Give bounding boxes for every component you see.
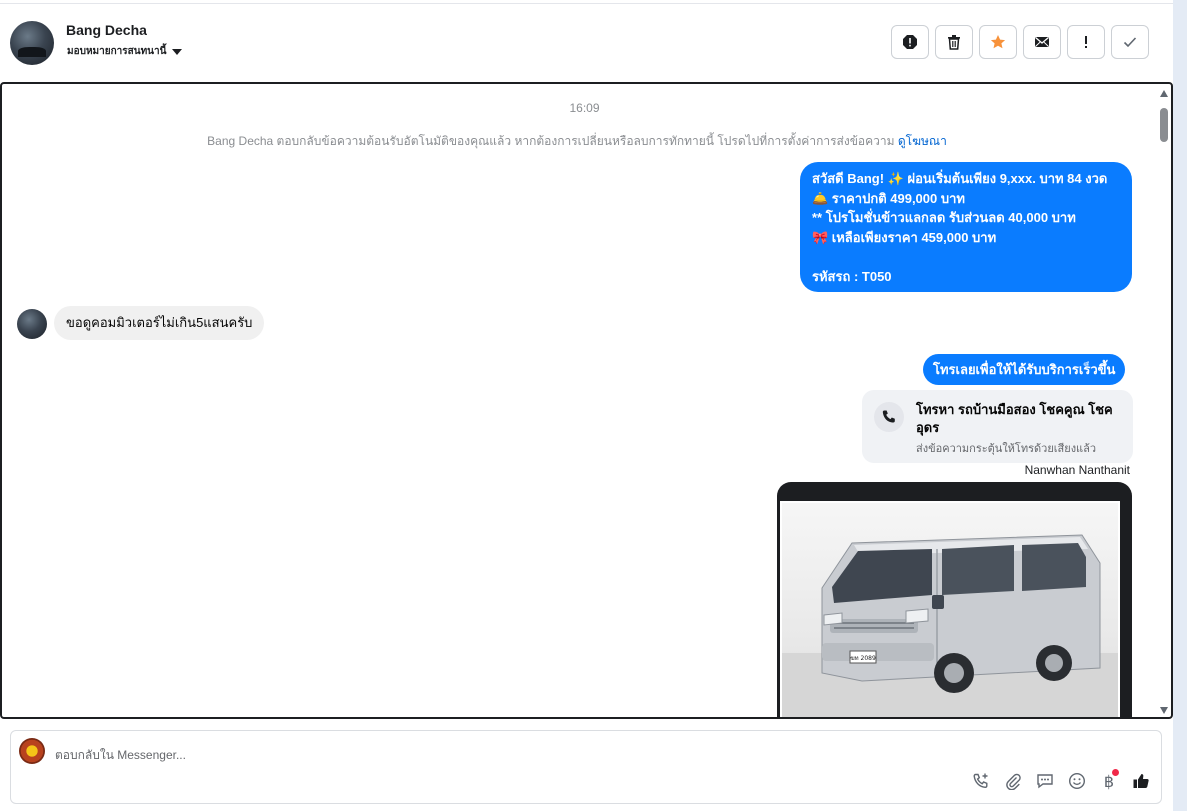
promo-line: ** โปรโมชั่นข้าวแลกลด รับส่วนลด 40,000 บ… [812, 210, 1076, 225]
call-add-icon [973, 773, 988, 789]
promo-line: 🛎️ ราคาปกติ 499,000 บาท [812, 190, 965, 206]
promo-line: สวัสดี Bang! ✨ ผ่อนเริ่มต้นเพียง 9,xxx. … [812, 171, 1108, 186]
check-icon [1123, 37, 1137, 48]
conversation-header: Bang Decha มอบหมายการสนทนานี้ [0, 4, 1173, 82]
system-note: Bang Decha ตอบกลับข้อความต้อนรับอัตโนมัต… [2, 132, 1152, 151]
contact-name[interactable]: Bang Decha [66, 22, 147, 38]
call-add-button[interactable] [971, 771, 991, 791]
attach-button[interactable] [1003, 771, 1023, 791]
call-card-title: โทรหา รถบ้านมือสอง โชคคูณ โชคอุดร [916, 402, 1113, 435]
delete-button[interactable] [935, 25, 973, 59]
like-icon [1133, 774, 1149, 788]
message-timestamp: 16:09 [569, 101, 600, 115]
envelope-icon [1035, 37, 1049, 47]
phone-icon [882, 410, 895, 423]
sender-avatar[interactable] [17, 309, 47, 339]
page-avatar [19, 738, 45, 764]
conversation-toolbar [891, 25, 1149, 59]
voice-call-card[interactable]: โทรหา รถบ้านมือสอง โชคคูณ โชคอุดร ส่งข้อ… [862, 390, 1133, 463]
outgoing-call-cta-message: โทรเลยเพื่อให้ได้รับบริการเร็วขึ้น [923, 354, 1126, 385]
composer-actions: ฿ [971, 769, 1151, 791]
saved-reply-icon [1037, 774, 1053, 789]
view-ad-link[interactable]: ดูโฆษณา [898, 134, 947, 148]
incoming-message: ขอดูคอมมิวเตอร์ไม่เกิน5แสนครับ [54, 306, 265, 340]
paperclip-icon [1006, 773, 1021, 790]
mark-spam-button[interactable] [891, 25, 929, 59]
outgoing-promo-message: สวัสดี Bang! ✨ ผ่อนเริ่มต้นเพียง 9,xxx. … [800, 162, 1132, 292]
van-photo[interactable]: ฆท 2089 [780, 501, 1120, 717]
message-sender-name: Nanwhan Nanthanit [1024, 463, 1130, 477]
image-attachment[interactable]: ฆท 2089 [777, 482, 1132, 717]
promo-line: 🎀 เหลือเพียงราคา 459,000 บาท [812, 229, 997, 245]
trash-icon [948, 35, 960, 50]
reply-composer: ตอบกลับใน Messenger... ฿ [10, 730, 1162, 804]
emoji-button[interactable] [1067, 771, 1087, 791]
plate-text: ฆท 2089 [850, 655, 876, 662]
promo-line: รหัสรถ : T050 [812, 268, 892, 284]
spam-alert-icon [903, 35, 917, 49]
contact-avatar[interactable] [10, 21, 54, 65]
like-button[interactable] [1131, 771, 1151, 791]
saved-reply-button[interactable] [1035, 771, 1055, 791]
thread-scrollbar[interactable] [1159, 88, 1169, 714]
right-edge-strip [1173, 0, 1187, 811]
exclamation-icon [1085, 36, 1087, 48]
message-thread[interactable]: 16:09 Bang Decha ตอบกลับข้อความต้อนรับอั… [0, 82, 1173, 719]
reply-input[interactable]: ตอบกลับใน Messenger... [55, 746, 186, 765]
scroll-down-arrow-icon[interactable] [1160, 707, 1168, 714]
mark-unread-button[interactable] [1023, 25, 1061, 59]
assign-conversation-label: มอบหมายการสนทนานี้ [67, 46, 167, 57]
scroll-up-arrow-icon[interactable] [1160, 90, 1168, 97]
payment-button[interactable]: ฿ [1099, 769, 1119, 791]
mark-done-button[interactable] [1111, 25, 1149, 59]
system-note-text: Bang Decha ตอบกลับข้อความต้อนรับอัตโนมัต… [207, 134, 895, 148]
star-icon [990, 35, 1006, 49]
notification-dot [1112, 769, 1119, 776]
caret-down-icon [172, 48, 183, 55]
van-illustration: ฆท 2089 [782, 534, 1118, 717]
call-card-subtitle: ส่งข้อความกระตุ้นให้โทรด้วยเสียงแล้ว [916, 443, 1097, 455]
assign-conversation-dropdown[interactable]: มอบหมายการสนทนานี้ [67, 44, 183, 59]
emoji-icon [1068, 772, 1086, 790]
follow-up-button[interactable] [1067, 25, 1105, 59]
star-button[interactable] [979, 25, 1017, 59]
call-icon-badge [874, 402, 904, 432]
